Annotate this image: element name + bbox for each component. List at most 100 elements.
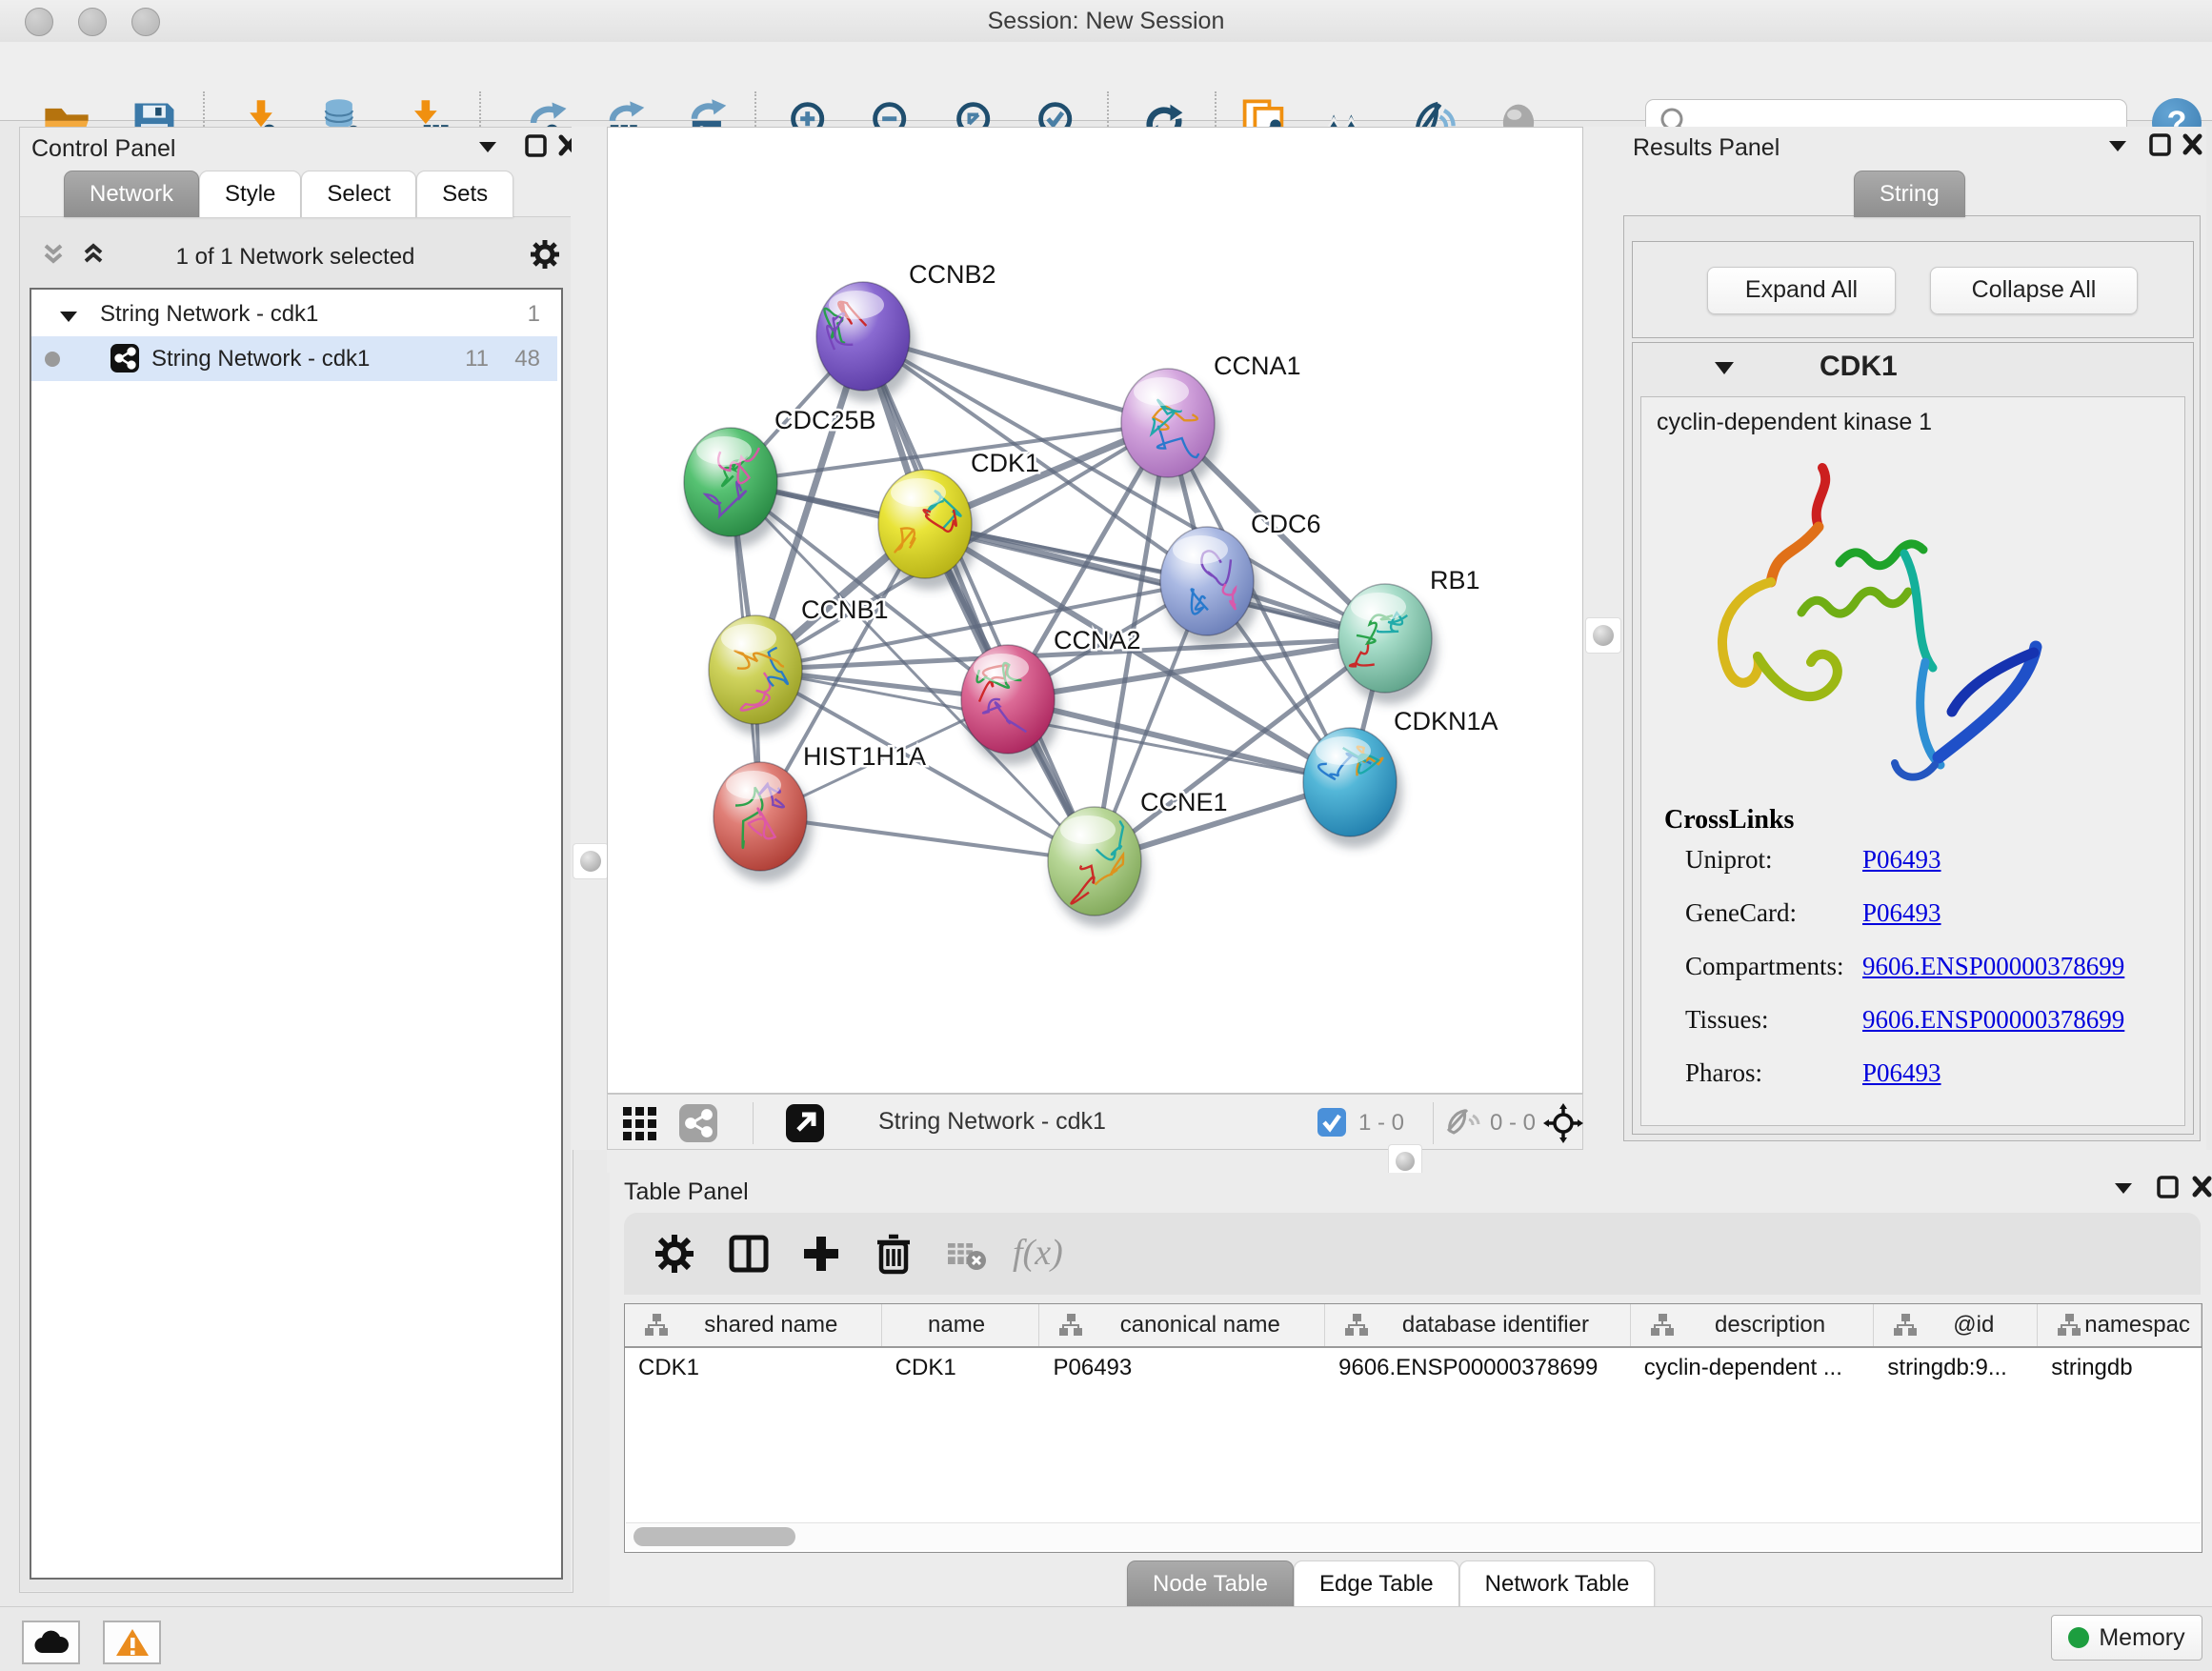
- node-result-expander-icon[interactable]: [1713, 358, 1736, 382]
- right-panel-splitter[interactable]: [1583, 127, 1621, 1150]
- table-horizontal-scrollbar[interactable]: [626, 1522, 2201, 1550]
- warnings-button[interactable]: [103, 1621, 161, 1664]
- node-result-card: CDK1 cyclin-dependent kinase 1: [1632, 342, 2194, 1135]
- toolbar-separator: [753, 1102, 754, 1144]
- network-row-selected[interactable]: String Network - cdk1 11 48: [31, 336, 557, 381]
- network-tab-body: 1 of 1 Network selected String Network -…: [20, 216, 571, 1591]
- column-header-label: description: [1675, 1312, 1874, 1339]
- table-panel-splitter[interactable]: [607, 1150, 2212, 1173]
- network-overview-button[interactable]: [678, 1103, 718, 1143]
- network-node-CCNA2[interactable]: [961, 645, 1060, 765]
- column-header-description[interactable]: description: [1631, 1304, 1875, 1346]
- collection-expander-icon[interactable]: [58, 305, 79, 332]
- node-label-RB1: RB1: [1430, 566, 1480, 594]
- network-node-CDC6[interactable]: [1160, 527, 1259, 647]
- column-type-icon: [1049, 1313, 1083, 1338]
- delete-column-button[interactable]: [872, 1232, 915, 1276]
- network-node-RB1[interactable]: [1338, 584, 1438, 704]
- column-header-database-identifier[interactable]: database identifier: [1325, 1304, 1631, 1346]
- hidden-node-edge-counts: 0 - 0: [1490, 1110, 1536, 1137]
- node-result-name: CDK1: [1820, 351, 1898, 383]
- birds-eye-view-button[interactable]: [621, 1103, 661, 1143]
- column-header-shared-name[interactable]: shared name: [625, 1304, 882, 1346]
- column-header-name[interactable]: name: [882, 1304, 1040, 1346]
- control-tab-style[interactable]: Style: [199, 171, 301, 217]
- title-bar: Session: New Session: [0, 0, 2212, 43]
- crosslink-link[interactable]: P06493: [1862, 1058, 1941, 1088]
- table-options-gear-button[interactable]: [653, 1232, 696, 1276]
- collection-label: String Network - cdk1: [100, 301, 318, 328]
- table-cell[interactable]: P06493: [1039, 1348, 1325, 1388]
- crosslink-link[interactable]: P06493: [1862, 845, 1941, 875]
- table-tab-edge-table[interactable]: Edge Table: [1294, 1560, 1459, 1607]
- table-cell[interactable]: CDK1: [625, 1348, 882, 1388]
- control-panel-float-button[interactable]: [521, 133, 550, 158]
- table-tab-network-table[interactable]: Network Table: [1459, 1560, 1656, 1607]
- network-node-CDK1[interactable]: [878, 470, 977, 590]
- open-view-in-window-button[interactable]: [785, 1103, 825, 1143]
- network-node-HIST1H1A[interactable]: [714, 762, 813, 882]
- network-status-dot: [45, 352, 60, 367]
- crosslink-row: Pharos:P06493: [1685, 1058, 2171, 1097]
- selected-node-edge-counts: 1 - 0: [1358, 1110, 1404, 1137]
- network-node-CCNE1[interactable]: [1048, 807, 1147, 927]
- left-panel-splitter[interactable]: [572, 127, 608, 1150]
- crosslink-link[interactable]: 9606.ENSP00000378699: [1862, 952, 2124, 981]
- table-panel-menu-button[interactable]: [2109, 1175, 2138, 1199]
- control-tab-select[interactable]: Select: [301, 171, 416, 217]
- add-column-button[interactable]: [799, 1232, 843, 1276]
- table-row[interactable]: CDK1CDK1P064939606.ENSP00000378699cyclin…: [625, 1348, 2202, 1388]
- table-cell[interactable]: cyclin-dependent ...: [1631, 1348, 1875, 1388]
- network-node-CCNB2[interactable]: [816, 282, 915, 402]
- node-result-header[interactable]: CDK1: [1633, 343, 2193, 393]
- scrollbar-thumb[interactable]: [633, 1527, 795, 1546]
- control-tab-network[interactable]: Network: [64, 171, 199, 217]
- network-options-gear-icon[interactable]: [529, 238, 561, 275]
- collapse-all-button[interactable]: Collapse All: [1930, 267, 2138, 314]
- memory-label: Memory: [2099, 1624, 2184, 1652]
- fit-selected-button[interactable]: [1543, 1103, 1583, 1143]
- column-header--id[interactable]: @id: [1874, 1304, 2038, 1346]
- show-column-panel-button[interactable]: [727, 1232, 771, 1276]
- crosslink-label: GeneCard:: [1685, 898, 1797, 928]
- table-cell[interactable]: CDK1: [882, 1348, 1040, 1388]
- selected-indicator-checkbox[interactable]: [1317, 1107, 1347, 1137]
- crosslinks-title: CrossLinks: [1664, 805, 1794, 836]
- results-panel-menu-button[interactable]: [2103, 132, 2132, 157]
- control-tab-sets[interactable]: Sets: [416, 171, 513, 217]
- left-splitter-handle[interactable]: [573, 843, 609, 879]
- table-tab-node-table[interactable]: Node Table: [1127, 1560, 1294, 1607]
- columns-icon: [727, 1232, 771, 1276]
- string-results-container: Expand All Collapse All CDK1 cyclin-depe…: [1623, 215, 2201, 1141]
- protein-structure-image: [1679, 451, 2061, 794]
- network-edge-CCNB2-CCNE1[interactable]: [863, 336, 1095, 861]
- network-node-CDC25B[interactable]: [684, 428, 783, 548]
- results-tab-string[interactable]: String: [1854, 171, 1965, 217]
- network-collection-row[interactable]: String Network - cdk1 1: [31, 292, 557, 336]
- control-panel-menu-button[interactable]: [473, 133, 502, 158]
- table-panel-close-button[interactable]: [2187, 1175, 2212, 1199]
- crosslink-link[interactable]: P06493: [1862, 898, 1941, 928]
- crosslink-link[interactable]: 9606.ENSP00000378699: [1862, 1005, 2124, 1035]
- memory-button[interactable]: Memory: [2051, 1615, 2202, 1661]
- network-view-canvas[interactable]: CCNB2CCNA1CDC25BCDK1CDC6RB1CCNB1CCNA2CDK…: [607, 127, 1583, 1094]
- delete-table-icon: [944, 1232, 988, 1276]
- column-header-namespac[interactable]: namespac: [2038, 1304, 2202, 1346]
- memory-status-dot: [2068, 1627, 2089, 1648]
- delete-table-button-disabled[interactable]: [944, 1232, 988, 1276]
- right-splitter-handle[interactable]: [1585, 617, 1621, 654]
- function-builder-button-disabled[interactable]: f(x): [1013, 1232, 1098, 1276]
- column-header-canonical-name[interactable]: canonical name: [1039, 1304, 1325, 1346]
- expand-all-button[interactable]: Expand All: [1707, 267, 1896, 314]
- network-node-CDKN1A[interactable]: [1303, 728, 1402, 848]
- table-panel-float-button[interactable]: [2153, 1175, 2182, 1199]
- table-cell[interactable]: stringdb: [2038, 1348, 2202, 1388]
- cloud-status-button[interactable]: [22, 1621, 80, 1664]
- node-label-CCNB1: CCNB1: [801, 595, 889, 624]
- results-panel-close-button[interactable]: [2178, 132, 2206, 157]
- crosslink-label: Tissues:: [1685, 1005, 1769, 1035]
- results-panel-float-button[interactable]: [2145, 132, 2174, 157]
- table-cell[interactable]: stringdb:9...: [1874, 1348, 2038, 1388]
- network-node-CCNA1[interactable]: [1121, 369, 1220, 489]
- table-cell[interactable]: 9606.ENSP00000378699: [1325, 1348, 1631, 1388]
